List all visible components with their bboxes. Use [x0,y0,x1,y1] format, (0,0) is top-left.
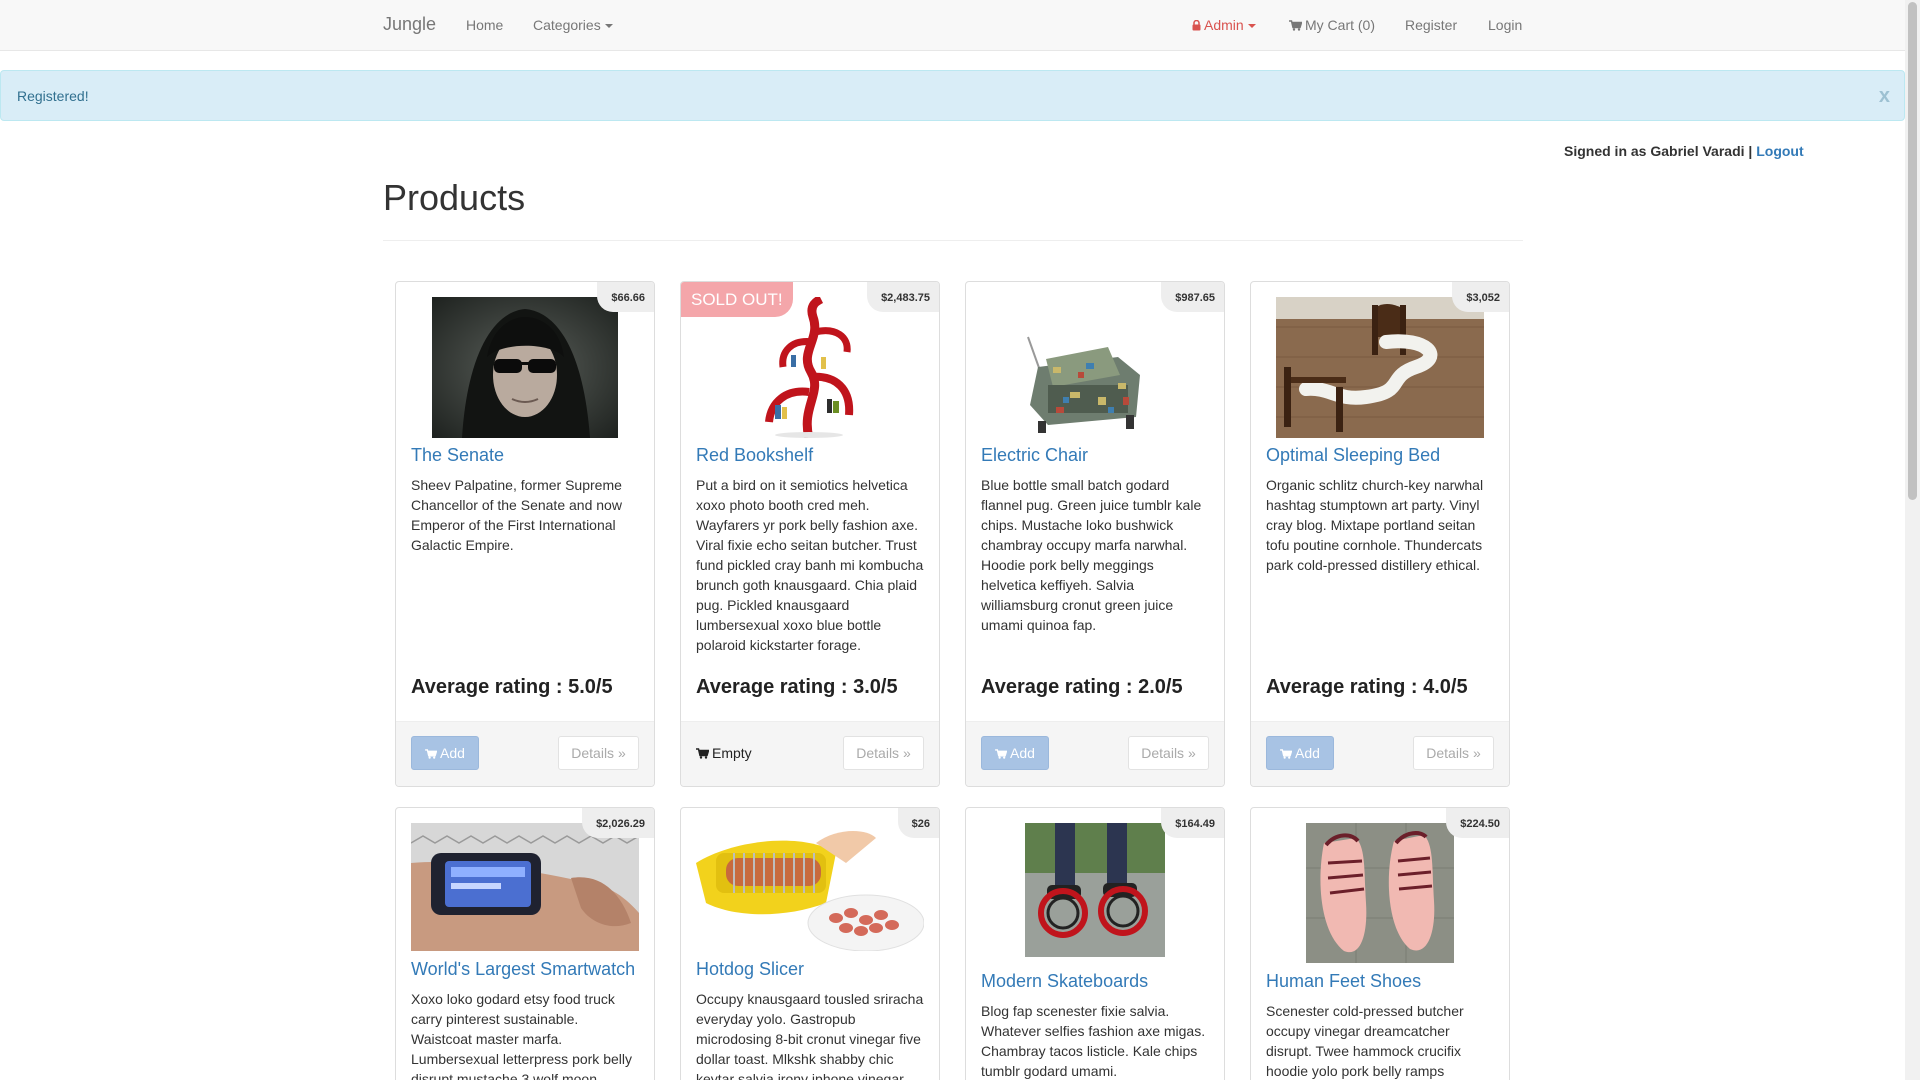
nav-register[interactable]: Register [1405,17,1457,33]
product-image[interactable] [1306,823,1454,963]
add-to-cart-button[interactable]: Add [981,736,1049,770]
product-card: $2,026.29 World's Largest Smartwatch Xox… [395,807,655,1080]
scrollbar-thumb[interactable] [1908,2,1917,500]
empty-label-text: Empty [712,745,752,761]
add-to-cart-button[interactable]: Add [1266,736,1334,770]
page-title: Products [383,177,526,218]
product-image[interactable] [751,297,868,438]
details-button[interactable]: Details » [558,736,639,770]
page: Jungle Home Categories Admin My Cart (0)… [0,0,1905,1080]
product-description: Sheev Palpatine, former Supreme Chancell… [411,477,622,553]
product-image[interactable] [411,823,639,951]
divider [383,240,1523,241]
product-image[interactable] [432,297,618,438]
price-badge: $2,483.75 [867,282,939,312]
product-card: SOLD OUT! $2,483.75 Red Bookshelf Put a … [680,281,940,787]
shopping-cart-icon [995,749,1008,759]
nav-admin-label: Admin [1204,17,1244,33]
product-image[interactable] [1276,297,1484,438]
nav-admin-dropdown[interactable]: Admin [1192,17,1256,33]
product-name-link[interactable]: Red Bookshelf [696,445,813,466]
product-card: $987.65 Electric Chair Blue bottle small… [965,281,1225,787]
details-button[interactable]: Details » [1413,736,1494,770]
product-description: Xoxo loko godard etsy food truck carry p… [411,991,632,1080]
vertical-scrollbar[interactable] [1905,0,1920,1080]
nav-home[interactable]: Home [466,17,503,33]
product-description: Put a bird on it semiotics helvetica xox… [696,477,924,653]
card-footer: Add Details » [1251,721,1509,786]
nav-cart[interactable]: My Cart (0) [1289,17,1375,33]
price-badge: $224.50 [1446,808,1509,838]
product-name-link[interactable]: Human Feet Shoes [1266,971,1421,992]
caret-down-icon [604,24,613,29]
product-card: $224.50 Human Feet Shoes Scenester cold-… [1250,807,1510,1080]
navbar: Jungle Home Categories Admin My Cart (0)… [0,0,1905,51]
price-badge: $164.49 [1161,808,1224,838]
details-button[interactable]: Details » [843,736,924,770]
alert-close-button[interactable]: x [1879,86,1890,106]
brand-link[interactable]: Jungle [383,14,436,35]
product-card: $164.49 Modern Skateboards Blog fap scen… [965,807,1225,1080]
nav-categories-label: Categories [533,17,601,33]
product-name-link[interactable]: Hotdog Slicer [696,959,804,980]
details-button[interactable]: Details » [1128,736,1209,770]
nav-login[interactable]: Login [1488,17,1522,33]
shopping-cart-icon [1289,20,1302,31]
product-image[interactable] [696,823,924,951]
signed-in-status: Signed in as Gabriel Varadi | Logout [1564,143,1804,159]
product-description: Blog fap scenester fixie salvia. Whateve… [981,1003,1206,1079]
registered-alert: Registered! x [0,70,1905,121]
nav-categories-dropdown[interactable]: Categories [533,17,613,33]
product-name-link[interactable]: Electric Chair [981,445,1088,466]
logout-link[interactable]: Logout [1756,143,1803,159]
product-image[interactable] [1025,823,1165,957]
product-name-link[interactable]: Optimal Sleeping Bed [1266,445,1440,466]
product-description: Scenester cold-pressed butcher occupy vi… [1266,1003,1464,1079]
shopping-cart-icon [1280,749,1293,759]
add-label: Add [440,745,465,761]
product-card: $26 Hotdog Slicer Occupy knausgaard tous… [680,807,940,1080]
price-badge: $2,026.29 [582,808,654,838]
product-name-link[interactable]: The Senate [411,445,504,466]
average-rating: Average rating : 2.0/5 [981,676,1183,698]
price-badge: $66.66 [597,282,654,312]
product-description: Organic schlitz church-key narwhal hasht… [1266,477,1484,573]
card-footer: Empty Details » [681,721,939,786]
card-footer: Add Details » [396,721,654,786]
product-description: Blue bottle small batch godard flannel p… [981,477,1202,633]
add-label: Add [1295,745,1320,761]
average-rating: Average rating : 3.0/5 [696,676,898,698]
shopping-cart-icon [696,748,709,759]
signed-in-text: Signed in as Gabriel Varadi | [1564,143,1753,159]
price-badge: $26 [897,808,939,838]
product-card: $3,052 Optimal Sleeping Bed Organic schl… [1250,281,1510,787]
shopping-cart-icon [425,749,438,759]
product-description: Occupy knausgaard tousled sriracha every… [696,991,924,1080]
average-rating: Average rating : 4.0/5 [1266,676,1468,698]
product-image[interactable] [1008,297,1154,438]
lock-icon [1192,20,1201,31]
sold-out-badge: SOLD OUT! [681,282,793,317]
card-footer: Add Details » [966,721,1224,786]
price-badge: $3,052 [1452,282,1509,312]
product-name-link[interactable]: World's Largest Smartwatch [411,959,635,980]
product-name-link[interactable]: Modern Skateboards [981,971,1148,992]
price-badge: $987.65 [1161,282,1224,312]
empty-stock-label: Empty [696,745,752,761]
caret-down-icon [1247,24,1256,29]
average-rating: Average rating : 5.0/5 [411,676,613,698]
product-card: $66.66 The Senate Sheev Palpatine, forme… [395,281,655,787]
nav-cart-label: My Cart (0) [1305,17,1375,33]
alert-message: Registered! [17,88,89,104]
add-label: Add [1010,745,1035,761]
add-to-cart-button[interactable]: Add [411,736,479,770]
